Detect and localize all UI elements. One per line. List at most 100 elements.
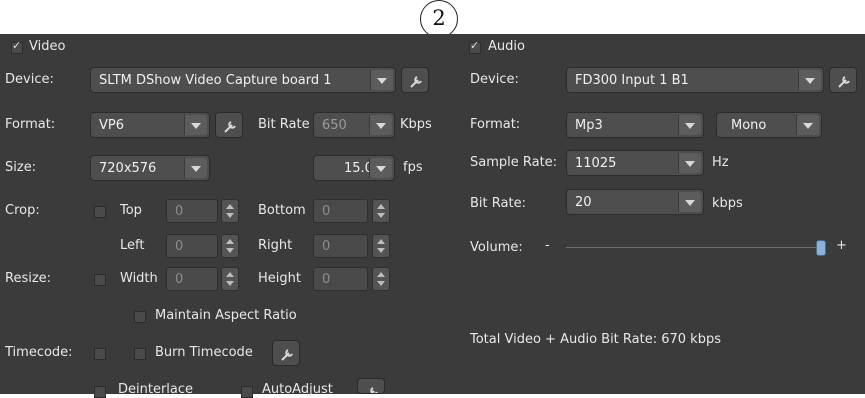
video-device-select[interactable]: SLTM DShow Video Capture board 1 — [90, 67, 396, 93]
resize-height-input[interactable]: 0 — [313, 267, 368, 291]
video-bitrate-label: Bit Rate — [258, 117, 310, 132]
crop-right-input[interactable]: 0 — [313, 234, 368, 258]
volume-slider-handle[interactable] — [816, 240, 826, 256]
video-format-label: Format: — [5, 117, 56, 132]
video-crop-label: Crop: — [5, 203, 40, 218]
volume-minus-label: - — [545, 238, 550, 253]
resize-height-value: 0 — [322, 272, 331, 287]
video-device-value: SLTM DShow Video Capture board 1 — [99, 73, 332, 88]
volume-slider-track[interactable] — [566, 247, 826, 248]
resize-width-label: Width — [120, 271, 158, 286]
burn-timecode-checkbox[interactable] — [134, 348, 146, 360]
crop-left-label: Left — [120, 238, 145, 253]
total-bitrate-text: Total Video + Audio Bit Rate: 670 kbps — [470, 332, 721, 347]
chevron-down-icon — [678, 115, 701, 135]
wrench-icon — [224, 121, 236, 133]
audio-bitrate-select[interactable]: 20 — [566, 189, 704, 215]
chevron-down-icon — [678, 192, 701, 212]
crop-bottom-spinner[interactable] — [372, 199, 390, 223]
video-format-value: VP6 — [99, 118, 125, 133]
autoadjust-settings-button[interactable] — [357, 378, 385, 394]
wrench-icon — [410, 76, 422, 88]
video-resize-label: Resize: — [5, 271, 52, 286]
video-bitrate-select[interactable]: 650 — [313, 112, 395, 138]
audio-section-title: Audio — [488, 39, 525, 54]
audio-enable-checkbox[interactable] — [469, 39, 481, 54]
audio-bitrate-value: 20 — [575, 195, 592, 210]
video-format-select[interactable]: VP6 — [90, 112, 210, 138]
crop-right-spinner[interactable] — [372, 234, 390, 258]
audio-samplerate-value: 11025 — [575, 156, 617, 171]
audio-channels-select[interactable]: Mono — [716, 112, 822, 138]
video-device-label: Device: — [5, 72, 54, 87]
video-section-title: Video — [29, 39, 66, 54]
audio-device-label: Device: — [470, 72, 519, 87]
callout-number-text: 2 — [432, 6, 446, 30]
audio-channels-value: Mono — [731, 118, 767, 133]
crop-bottom-input[interactable]: 0 — [313, 199, 368, 223]
timecode-checkbox[interactable] — [94, 348, 106, 360]
resize-width-spinner[interactable] — [221, 267, 239, 291]
wrench-icon — [370, 387, 378, 393]
burn-timecode-label: Burn Timecode — [155, 345, 253, 360]
video-device-settings-button[interactable] — [401, 67, 429, 93]
audio-device-settings-button[interactable] — [829, 67, 857, 93]
crop-top-input[interactable]: 0 — [166, 199, 218, 223]
audio-volume-label: Volume: — [470, 240, 523, 255]
maintain-aspect-label: Maintain Aspect Ratio — [155, 308, 297, 323]
crop-left-input[interactable]: 0 — [166, 234, 218, 258]
crop-left-value: 0 — [175, 239, 184, 254]
video-bitrate-value: 650 — [322, 118, 347, 133]
crop-top-label: Top — [120, 203, 142, 218]
chevron-down-icon — [798, 70, 821, 90]
deinterlace-checkbox[interactable] — [94, 386, 106, 398]
chevron-down-icon — [369, 158, 392, 178]
volume-plus-label: + — [836, 238, 847, 253]
crop-right-value: 0 — [322, 239, 331, 254]
chevron-down-icon — [184, 158, 207, 178]
wrench-icon — [281, 349, 293, 361]
audio-bitrate-label: Bit Rate: — [470, 196, 526, 211]
crop-checkbox[interactable] — [94, 206, 106, 218]
audio-samplerate-select[interactable]: 11025 — [566, 150, 704, 176]
deinterlace-label: Deinterlace — [118, 382, 194, 397]
chevron-down-icon — [184, 115, 207, 135]
resize-height-label: Height — [258, 271, 301, 286]
wrench-icon — [838, 76, 850, 88]
video-size-select[interactable]: 720x576 — [90, 155, 210, 181]
maintain-aspect-checkbox[interactable] — [134, 311, 146, 323]
video-timecode-label: Timecode: — [5, 345, 73, 360]
timecode-settings-button[interactable] — [272, 340, 300, 366]
audio-device-select[interactable]: FD300 Input 1 B1 — [566, 67, 824, 93]
video-size-label: Size: — [5, 160, 37, 175]
chevron-down-icon — [796, 115, 819, 135]
video-bitrate-unit: Kbps — [400, 117, 432, 132]
resize-width-input[interactable]: 0 — [166, 267, 218, 291]
resize-checkbox[interactable] — [94, 274, 106, 286]
audio-samplerate-label: Sample Rate: — [470, 155, 558, 170]
crop-bottom-value: 0 — [322, 204, 331, 219]
resize-height-spinner[interactable] — [372, 267, 390, 291]
autoadjust-checkbox[interactable] — [241, 386, 253, 398]
audio-device-value: FD300 Input 1 B1 — [575, 73, 689, 88]
video-size-value: 720x576 — [99, 161, 157, 176]
autoadjust-label: AutoAdjust — [262, 382, 333, 397]
crop-top-value: 0 — [175, 204, 184, 219]
chevron-down-icon — [370, 70, 393, 90]
crop-left-spinner[interactable] — [221, 234, 239, 258]
crop-right-label: Right — [258, 238, 293, 253]
audio-bitrate-unit: kbps — [712, 196, 743, 211]
video-fps-unit: fps — [403, 160, 423, 175]
video-format-settings-button[interactable] — [215, 112, 243, 138]
crop-top-spinner[interactable] — [221, 199, 239, 223]
audio-format-value: Mp3 — [575, 118, 603, 133]
video-enable-checkbox[interactable] — [11, 39, 23, 54]
chevron-down-icon — [369, 115, 392, 135]
resize-width-value: 0 — [175, 272, 184, 287]
video-fps-select[interactable]: 15.00 — [313, 155, 395, 181]
crop-bottom-label: Bottom — [258, 203, 306, 218]
audio-samplerate-unit: Hz — [712, 155, 729, 170]
audio-format-select[interactable]: Mp3 — [566, 112, 704, 138]
chevron-down-icon — [678, 153, 701, 173]
audio-format-label: Format: — [470, 117, 521, 132]
